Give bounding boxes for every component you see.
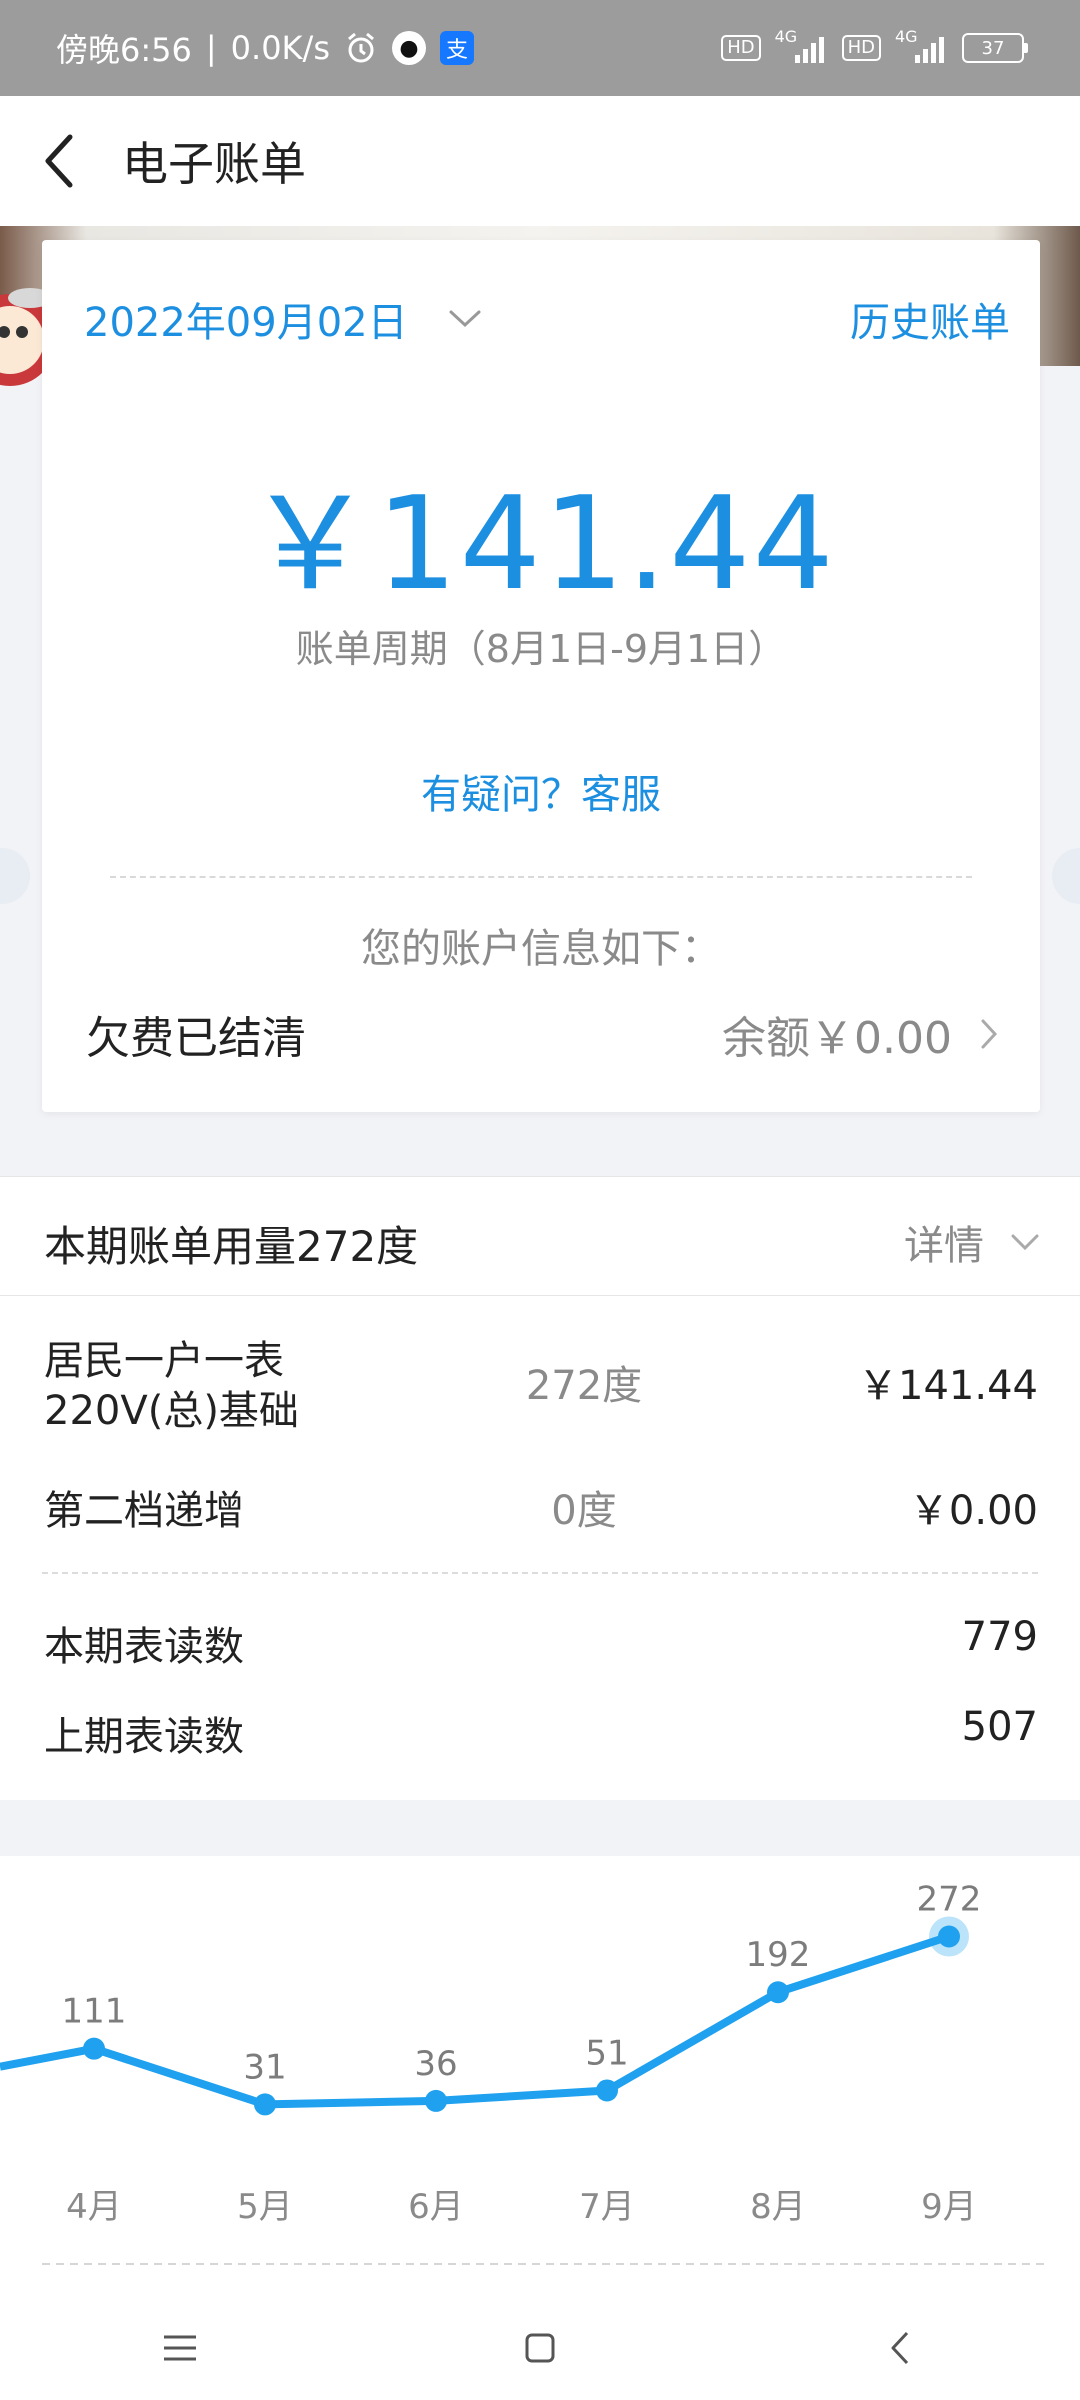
tariff-row: 居民一户一表220V(总)基础 272度 ￥141.44 [44, 1336, 1038, 1436]
reading-row: 本期表读数 779 [44, 1614, 1038, 1672]
tariff-name: 居民一户一表220V(总)基础 [44, 1338, 299, 1434]
data-point[interactable] [767, 1981, 789, 2004]
menu-icon [164, 2335, 196, 2361]
month-tick-label: 6月 [408, 2187, 464, 2227]
system-back-button[interactable] [840, 2308, 960, 2388]
system-nav-bar [0, 2296, 1080, 2400]
data-point[interactable] [254, 2093, 276, 2116]
app-header: 电子账单 [0, 96, 1080, 226]
ticket-notch-right [1052, 848, 1080, 904]
usage-divider [42, 1572, 1038, 1574]
data-label: 111 [62, 1992, 127, 2032]
qq-icon: ● [391, 31, 426, 65]
data-label: 51 [585, 2033, 628, 2073]
date-selector[interactable]: 2022年09月02日 [84, 290, 482, 348]
hd-badge: HD [841, 35, 881, 61]
usage-chart: 111 4月 31 5月 36 6月 51 7月 192 8月 272 9月 [0, 1856, 1080, 2296]
month-tick-label: 5月 [237, 2187, 293, 2227]
tariff-quantity: 0度 [551, 1488, 617, 1534]
back-triangle-icon [891, 2331, 909, 2365]
signal-icon: 4G [895, 27, 944, 63]
hd-badge: HD [721, 35, 761, 61]
bill-date: 2022年09月02日 [84, 300, 408, 346]
chevron-down-icon [1011, 1234, 1039, 1251]
usage-title: 本期账单用量272度 [44, 1222, 419, 1271]
tariff-cost: ￥141.44 [858, 1363, 1038, 1409]
arrears-status: 欠费已结清 [86, 1013, 306, 1064]
data-point[interactable] [425, 2089, 447, 2112]
home-square-icon [525, 2333, 555, 2363]
bill-period: 账单周期（8月1日-9月1日） [295, 627, 787, 671]
history-bill-link[interactable]: 历史账单 [850, 290, 1010, 348]
reading-value: 507 [961, 1704, 1038, 1750]
month-tick-label: 4月 [66, 2187, 122, 2227]
data-point[interactable] [83, 2037, 105, 2060]
reading-row: 上期表读数 507 [44, 1704, 1038, 1762]
customer-service-link[interactable]: 有疑问？客服 [42, 762, 1040, 820]
month-tick-label: 8月 [750, 2187, 806, 2227]
usage-details: 居民一户一表220V(总)基础 272度 ￥141.44 第二档递增 0度 ￥0… [0, 1296, 1080, 1800]
reading-label: 上期表读数 [44, 1714, 244, 1760]
bill-card: 2022年09月02日 历史账单 ￥141.44 账单周期（8月1日-9月1日）… [0, 240, 1080, 1112]
tariff-quantity: 272度 [525, 1363, 643, 1409]
ticket-notch-left [0, 848, 30, 904]
reading-label: 本期表读数 [44, 1624, 244, 1670]
chevron-right-icon [981, 1019, 998, 1049]
chevron-left-icon [45, 134, 73, 188]
data-label: 31 [243, 2047, 286, 2087]
menu-button[interactable] [120, 2308, 240, 2388]
usage-header: 本期账单用量272度 详情 [0, 1176, 1080, 1296]
detail-label: 详情 [904, 1223, 984, 1269]
usage-detail-button[interactable]: 详情 [904, 1213, 1040, 1271]
tariff-row: 第二档递增 0度 ￥0.00 [44, 1478, 1038, 1536]
status-time: 傍晚6:56 [56, 31, 192, 69]
balance-value: 余额￥0.00 [722, 1013, 952, 1064]
card-divider [110, 876, 972, 878]
back-button[interactable] [0, 96, 120, 226]
alarm-icon [344, 31, 378, 65]
reading-value: 779 [961, 1614, 1038, 1660]
month-tick-label: 7月 [579, 2187, 635, 2227]
battery-level: 37 [981, 37, 1005, 59]
status-bar: 傍晚6:56 | 0.0K/s ● 支 HD 4G HD 4G 37 [0, 0, 1080, 96]
month-tick-label: 9月 [921, 2187, 977, 2227]
network-speed: 0.0K/s [230, 29, 330, 67]
signal-icon: 4G [775, 27, 824, 63]
status-separator: | [205, 29, 217, 67]
data-label: 36 [414, 2044, 457, 2084]
battery-icon: 37 [962, 33, 1028, 63]
alipay-icon: 支 [439, 31, 474, 65]
usage-line-chart: 111 4月 31 5月 36 6月 51 7月 192 8月 272 9月 [0, 1880, 1050, 2265]
home-button[interactable] [480, 2308, 600, 2388]
account-info-label: 您的账户信息如下： [361, 926, 721, 972]
balance-row[interactable]: 余额￥0.00 [722, 1002, 998, 1066]
page-title: 电子账单 [122, 137, 306, 191]
data-label: 272 [917, 1880, 982, 1920]
chevron-down-icon [449, 310, 481, 328]
data-label: 192 [746, 1935, 811, 1975]
data-point[interactable] [938, 1925, 960, 1948]
tariff-cost: ￥0.00 [908, 1488, 1038, 1534]
data-point[interactable] [596, 2079, 618, 2102]
bill-amount: ￥141.44 [246, 470, 836, 619]
